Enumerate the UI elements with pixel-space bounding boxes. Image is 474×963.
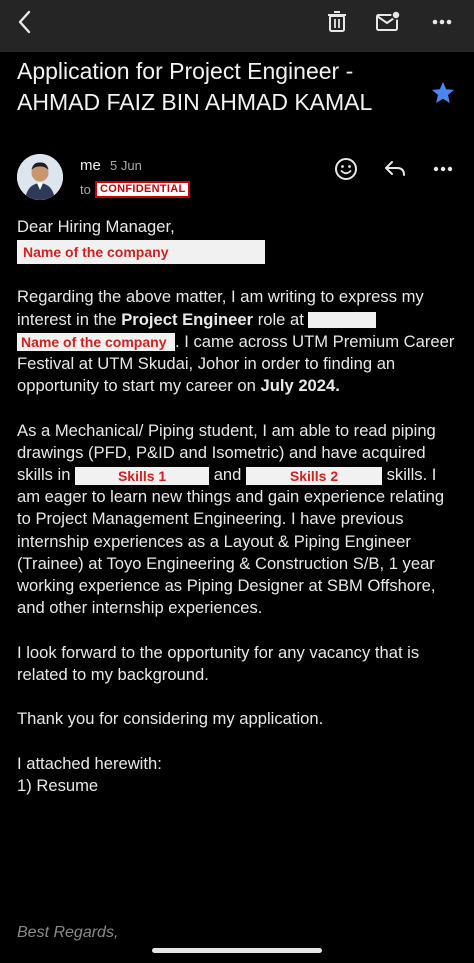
signoff: Best Regards, (17, 924, 119, 941)
attachment-intro: I attached herewith: (17, 753, 162, 773)
home-indicator[interactable] (152, 948, 322, 953)
redacted-blank (308, 312, 377, 329)
company-name-placeholder: Name of the company (17, 240, 265, 265)
sender-name[interactable]: me (80, 157, 101, 174)
company-name-placeholder-inline: Name of the company (17, 333, 175, 352)
paragraph-1: Regarding the above matter, I am writing… (17, 287, 455, 396)
email-body: Dear Hiring Manager, Name of the company… (17, 216, 462, 797)
skills-1-placeholder: Skills 1 (75, 466, 210, 485)
skills-2-placeholder: Skills 2 (246, 466, 383, 485)
emoji-reaction-icon[interactable] (332, 155, 360, 183)
recipient-label[interactable]: to (80, 182, 91, 197)
back-arrow-icon[interactable] (12, 8, 40, 36)
delete-icon[interactable] (323, 8, 351, 36)
greeting: Dear Hiring Manager, (17, 217, 175, 236)
attachment-item: 1) Resume (17, 775, 99, 795)
star-icon[interactable] (430, 80, 456, 106)
email-subject: Application for Project Engineer - AHMAD… (17, 58, 373, 115)
paragraph-3: I look forward to the opportunity for an… (17, 642, 420, 684)
more-options-icon[interactable] (429, 155, 457, 183)
paragraph-4: Thank you for considering my application… (17, 709, 324, 729)
reply-icon[interactable] (381, 155, 409, 183)
paragraph-2: As a Mechanical/ Piping student, I am ab… (17, 420, 445, 618)
avatar[interactable] (17, 154, 63, 200)
confidential-badge: CONFIDENTIAL (95, 181, 191, 198)
sent-date: 5 Jun (110, 158, 142, 173)
mark-unread-icon[interactable] (374, 8, 402, 36)
more-icon[interactable] (428, 8, 456, 36)
top-toolbar (0, 0, 474, 52)
